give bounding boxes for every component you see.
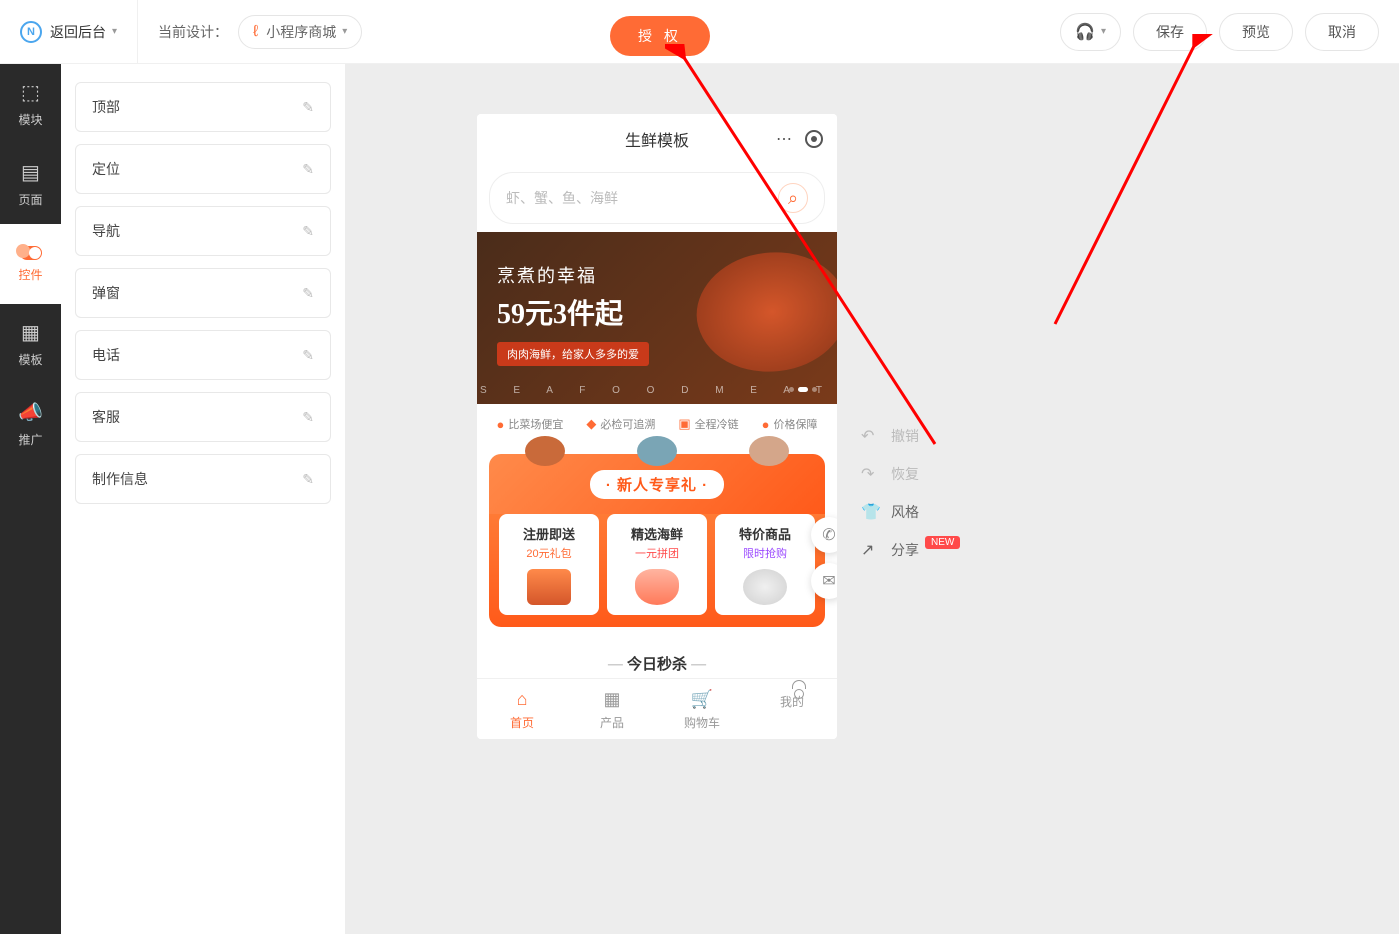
chevron-down-icon: ▾ xyxy=(1101,26,1106,37)
edit-icon: ✎ xyxy=(302,347,314,364)
logo-icon: N xyxy=(20,21,42,43)
home-icon: ⌂ xyxy=(517,689,528,710)
edit-icon: ✎ xyxy=(302,409,314,426)
food-image xyxy=(525,436,565,466)
newcomer-card[interactable]: 精选海鲜一元拼团 xyxy=(607,514,707,615)
search-icon[interactable]: ⌕ xyxy=(778,183,808,213)
crab-image xyxy=(684,235,837,390)
redo-icon: ↷ xyxy=(861,464,879,484)
share-button[interactable]: ↗分享NEW xyxy=(861,540,960,560)
chevron-down-icon: ▾ xyxy=(112,26,117,37)
headset-icon: 🎧 xyxy=(1075,22,1095,42)
edit-icon: ✎ xyxy=(302,285,314,302)
feature-item: ◆必检可追溯 xyxy=(586,416,655,432)
float-wechat-button[interactable]: ✉ xyxy=(811,563,837,599)
wechat-icon: ✉ xyxy=(822,571,835,591)
tab-products[interactable]: ▦产品 xyxy=(567,679,657,739)
tab-cart[interactable]: 🛒购物车 xyxy=(657,679,747,739)
cancel-button[interactable]: 取消 xyxy=(1305,13,1379,51)
component-nav[interactable]: 导航✎ xyxy=(75,206,331,256)
cart-icon: 🛒 xyxy=(691,689,713,710)
target-icon[interactable] xyxy=(803,128,825,150)
pig-icon: ● xyxy=(496,417,504,432)
flash-sale-title: 今日秒杀 xyxy=(477,639,837,678)
food-image xyxy=(749,436,789,466)
edit-icon: ✎ xyxy=(302,223,314,240)
feature-item: ●比菜场便宜 xyxy=(496,416,563,432)
edit-icon: ✎ xyxy=(302,471,314,488)
banner-tag: 肉肉海鲜，给家人多多的爱 xyxy=(497,342,649,366)
phone-icon: ✆ xyxy=(822,525,835,545)
sidebar-label: 控件 xyxy=(18,266,42,283)
phone-title: 生鲜模板 xyxy=(625,127,689,151)
product-image xyxy=(743,569,787,605)
banner-letters: S E A F O O D M E A T xyxy=(477,385,837,396)
sidebar-label: 推广 xyxy=(18,431,42,448)
carousel-indicator xyxy=(789,387,817,392)
sidebar-item-templates[interactable]: ▦ 模板 xyxy=(0,304,61,384)
banner[interactable]: 烹煮的幸福 59元3件起 肉肉海鲜，给家人多多的爱 S E A F O O D … xyxy=(477,232,837,404)
controls-icon xyxy=(20,246,42,260)
shirt-icon: 👕 xyxy=(861,502,879,522)
back-label: 返回后台 xyxy=(50,22,106,42)
new-badge: NEW xyxy=(925,536,960,549)
sidebar-item-promote[interactable]: 📣 推广 xyxy=(0,384,61,464)
share-icon: ↗ xyxy=(861,540,879,560)
design-selector[interactable]: ℓ 小程序商城 ▾ xyxy=(238,15,362,49)
support-button[interactable]: 🎧 ▾ xyxy=(1060,13,1121,51)
undo-icon: ↶ xyxy=(861,426,879,446)
newcomer-card[interactable]: 注册即送20元礼包 xyxy=(499,514,599,615)
truck-icon: ▣ xyxy=(678,416,690,432)
tab-home[interactable]: ⌂首页 xyxy=(477,679,567,739)
feature-item: ▣全程冷链 xyxy=(678,416,738,432)
undo-button[interactable]: ↶撤销 xyxy=(861,426,960,446)
miniprogram-icon: ℓ xyxy=(253,23,258,41)
tab-mine[interactable]: 我的 xyxy=(747,679,837,739)
sidebar-label: 模板 xyxy=(18,351,42,368)
edit-icon: ✎ xyxy=(302,161,314,178)
save-button[interactable]: 保存 xyxy=(1133,13,1207,51)
preview-button[interactable]: 预览 xyxy=(1219,13,1293,51)
newcomer-title: · 新人专享礼 · xyxy=(590,470,724,499)
component-popup[interactable]: 弹窗✎ xyxy=(75,268,331,318)
shrimp-image xyxy=(635,569,679,605)
phone-preview: 生鲜模板 ⋯ 虾、蟹、鱼、海鲜 ⌕ 烹煮的幸福 59元3件起 肉肉海鲜，给家人多… xyxy=(477,114,837,739)
component-phone[interactable]: 电话✎ xyxy=(75,330,331,380)
authorize-button[interactable]: 授 权 xyxy=(610,16,710,56)
sidebar-item-controls[interactable]: 控件 xyxy=(0,224,61,304)
newcomer-card[interactable]: 特价商品限时抢购 xyxy=(715,514,815,615)
feature-item: ●价格保障 xyxy=(762,416,818,432)
chevron-down-icon: ▾ xyxy=(342,26,347,37)
pages-icon: ▤ xyxy=(21,160,40,185)
design-name: 小程序商城 xyxy=(266,22,336,42)
gift-image xyxy=(527,569,571,605)
search-input[interactable]: 虾、蟹、鱼、海鲜 ⌕ xyxy=(489,172,825,224)
back-button[interactable]: N 返回后台 ▾ xyxy=(0,0,138,63)
sidebar-item-pages[interactable]: ▤ 页面 xyxy=(0,144,61,224)
check-icon: ● xyxy=(762,417,770,432)
more-icon[interactable]: ⋯ xyxy=(773,128,795,150)
edit-icon: ✎ xyxy=(302,99,314,116)
food-image xyxy=(637,436,677,466)
component-info[interactable]: 制作信息✎ xyxy=(75,454,331,504)
current-design-label: 当前设计： xyxy=(158,22,228,42)
component-top[interactable]: 顶部✎ xyxy=(75,82,331,132)
shield-icon: ◆ xyxy=(586,416,596,432)
annotation-arrow xyxy=(1045,34,1215,334)
sidebar-item-modules[interactable]: ⬚ 模块 xyxy=(0,64,61,144)
redo-button[interactable]: ↷恢复 xyxy=(861,464,960,484)
float-phone-button[interactable]: ✆ xyxy=(811,517,837,553)
component-location[interactable]: 定位✎ xyxy=(75,144,331,194)
search-placeholder: 虾、蟹、鱼、海鲜 xyxy=(506,188,778,208)
newcomer-section: · 新人专享礼 · 注册即送20元礼包 精选海鲜一元拼团 特价商品限时抢购 xyxy=(489,454,825,627)
component-service[interactable]: 客服✎ xyxy=(75,392,331,442)
megaphone-icon: 📣 xyxy=(18,400,43,425)
sidebar-label: 模块 xyxy=(18,111,42,128)
modules-icon: ⬚ xyxy=(21,80,40,105)
grid-icon: ▦ xyxy=(603,689,620,710)
style-button[interactable]: 👕风格 xyxy=(861,502,960,522)
sidebar-label: 页面 xyxy=(18,191,42,208)
templates-icon: ▦ xyxy=(21,320,40,345)
